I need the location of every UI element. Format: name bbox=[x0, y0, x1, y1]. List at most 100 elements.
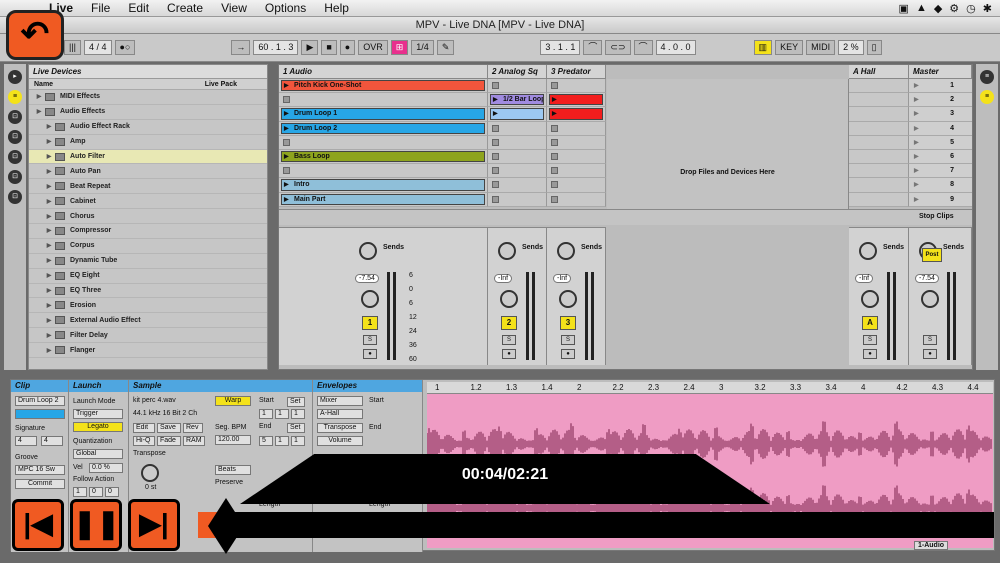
expand-arrow-icon[interactable]: ▶ bbox=[43, 257, 55, 264]
pan-knob[interactable] bbox=[500, 290, 518, 308]
hiq-button[interactable]: Hi-Q bbox=[133, 436, 155, 446]
send-knob[interactable] bbox=[498, 242, 516, 260]
clip-slot[interactable] bbox=[547, 93, 606, 108]
legato-button[interactable]: Legato bbox=[73, 422, 123, 432]
stop-icon[interactable] bbox=[551, 181, 558, 189]
follow-button[interactable]: → bbox=[231, 40, 251, 55]
clip-slot[interactable] bbox=[488, 192, 547, 207]
warp-button[interactable]: Warp bbox=[215, 396, 251, 406]
master-header[interactable]: Master bbox=[909, 65, 972, 79]
volume-value[interactable]: -Inf bbox=[553, 274, 572, 283]
session-view-icon[interactable]: ≡ bbox=[980, 90, 994, 104]
track-activator[interactable]: 1 bbox=[362, 316, 378, 330]
clip-slot[interactable]: Pitch Kick One-Shot bbox=[279, 79, 488, 94]
follow-3[interactable]: 0 bbox=[105, 487, 119, 497]
send-knob[interactable] bbox=[557, 242, 575, 260]
clip[interactable]: Drum Loop 2 bbox=[281, 122, 485, 134]
expand-arrow-icon[interactable]: ▶ bbox=[33, 93, 45, 100]
ram-button[interactable]: RAM bbox=[183, 436, 205, 446]
env-device-select[interactable]: Mixer bbox=[317, 396, 363, 406]
samples-icon[interactable]: ⊡ bbox=[8, 170, 22, 184]
launch-mode-select[interactable]: Trigger bbox=[73, 409, 123, 419]
scene-launch[interactable]: 2 bbox=[909, 93, 972, 108]
arm-button[interactable]: ● bbox=[561, 349, 575, 359]
volume-value[interactable]: -7.54 bbox=[915, 274, 939, 283]
previous-icon[interactable]: |◀ bbox=[12, 499, 64, 551]
browser-item[interactable]: ▶ EQ Eight bbox=[29, 269, 267, 284]
seg-bpm-field[interactable]: 120.00 bbox=[215, 435, 251, 445]
clip-slot[interactable] bbox=[547, 149, 606, 165]
solo-button[interactable]: S bbox=[363, 335, 377, 345]
stop-all-clips[interactable]: Stop Clips bbox=[919, 213, 954, 220]
pan-knob[interactable] bbox=[559, 290, 577, 308]
expand-arrow-icon[interactable]: ▶ bbox=[43, 198, 55, 205]
vel-field[interactable]: 0.0 % bbox=[89, 463, 123, 473]
clip[interactable]: Drum Loop 1 bbox=[281, 108, 485, 120]
clip-slot[interactable] bbox=[488, 107, 547, 122]
fade-button[interactable]: Fade bbox=[157, 436, 181, 446]
stop-icon[interactable] bbox=[492, 124, 499, 132]
clip[interactable] bbox=[549, 94, 603, 106]
solo-button[interactable]: S bbox=[561, 335, 575, 345]
start-1[interactable]: 1 bbox=[259, 409, 273, 419]
expand-arrow-icon[interactable]: ▶ bbox=[43, 168, 55, 175]
pan-knob[interactable] bbox=[921, 290, 939, 308]
stop-icon[interactable] bbox=[551, 152, 558, 160]
pan-knob[interactable] bbox=[361, 290, 379, 308]
start-3[interactable]: 1 bbox=[291, 409, 305, 419]
menu-file[interactable]: File bbox=[82, 1, 119, 15]
scene-launch[interactable]: 8 bbox=[909, 178, 972, 193]
follow-1[interactable]: 1 bbox=[73, 487, 87, 497]
browser-item[interactable]: ▶ Chorus bbox=[29, 209, 267, 225]
browser-item[interactable]: ▶ Erosion bbox=[29, 298, 267, 314]
expand-arrow-icon[interactable]: ▶ bbox=[43, 302, 55, 309]
clip-slot[interactable] bbox=[547, 135, 606, 150]
clip-slot[interactable]: Intro bbox=[279, 178, 488, 193]
key-map-button[interactable]: KEY bbox=[775, 40, 804, 55]
expand-arrow-icon[interactable]: ▶ bbox=[43, 287, 55, 294]
sig-num[interactable]: 4 bbox=[15, 436, 37, 446]
browser-item[interactable]: ▶ Auto Pan bbox=[29, 164, 267, 180]
expand-arrow-icon[interactable]: ▶ bbox=[43, 213, 55, 220]
clip-slot[interactable] bbox=[547, 178, 606, 193]
scene-launch[interactable]: 5 bbox=[909, 135, 972, 150]
quantize-menu[interactable]: 1/4 bbox=[411, 40, 434, 55]
clip-slot[interactable] bbox=[488, 149, 547, 165]
clip[interactable]: Bass Loop bbox=[281, 150, 485, 163]
stop-icon[interactable] bbox=[551, 82, 558, 89]
midi-map-button[interactable]: MIDI bbox=[806, 40, 836, 55]
arm-button[interactable]: ● bbox=[363, 349, 377, 359]
clip[interactable]: Intro bbox=[281, 179, 485, 191]
browser-item[interactable]: ▶ Dynamic Tube bbox=[29, 254, 267, 269]
loop-start[interactable]: 3 . 1 . 1 bbox=[540, 40, 581, 55]
menu-icon[interactable]: ≡ bbox=[980, 70, 994, 84]
plugins-icon[interactable]: ⊡ bbox=[8, 110, 22, 124]
expand-arrow-icon[interactable]: ▶ bbox=[43, 317, 55, 324]
expand-arrow-icon[interactable]: ▶ bbox=[43, 332, 55, 339]
browser-item[interactable]: ▶ Filter Delay bbox=[29, 328, 267, 344]
next-icon[interactable]: ▶| bbox=[128, 499, 180, 551]
clip[interactable]: Pitch Kick One-Shot bbox=[281, 80, 485, 92]
drop-zone[interactable]: Drop Files and Devices Here bbox=[607, 79, 849, 224]
arrangement-position[interactable]: 60 . 1 . 3 bbox=[253, 40, 299, 55]
scene-launch[interactable]: 7 bbox=[909, 164, 972, 179]
post-button[interactable]: Post bbox=[922, 248, 942, 262]
env-control-select[interactable]: A-Hall bbox=[317, 409, 363, 419]
set-start-button[interactable]: Set bbox=[287, 397, 305, 407]
set-end-button[interactable]: Set bbox=[287, 423, 305, 433]
live-devices-icon[interactable]: ≡ bbox=[8, 90, 22, 104]
clip-slot[interactable]: Drum Loop 2 bbox=[279, 121, 488, 136]
expand-arrow-icon[interactable]: ▶ bbox=[33, 108, 45, 115]
play-icon[interactable]: ▶ bbox=[301, 40, 319, 55]
browser-item[interactable]: ▶ Beat Repeat bbox=[29, 179, 267, 195]
clip-slot[interactable] bbox=[279, 93, 488, 108]
browser-item[interactable]: ▶ Audio Effects bbox=[29, 105, 267, 120]
adobe-icon[interactable]: ▲ bbox=[916, 2, 927, 15]
send-knob[interactable] bbox=[359, 242, 377, 260]
camera-icon[interactable]: ▣ bbox=[899, 2, 909, 15]
volume-value[interactable]: -Inf bbox=[855, 274, 874, 283]
stop-icon[interactable] bbox=[551, 138, 558, 146]
browser-item[interactable]: ▶ Flanger bbox=[29, 343, 267, 359]
track-header[interactable]: 3 Predator bbox=[547, 65, 606, 79]
end-2[interactable]: 1 bbox=[275, 436, 289, 446]
